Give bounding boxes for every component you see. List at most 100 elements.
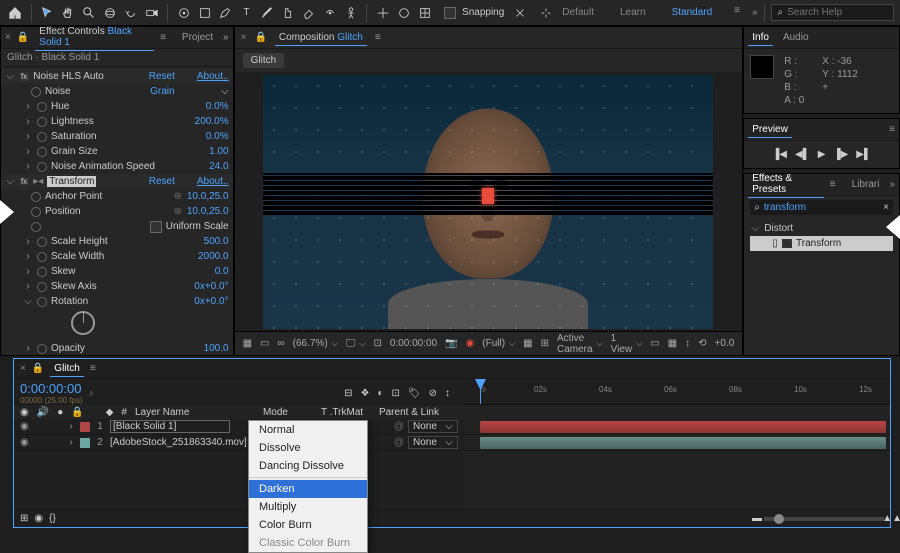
alpha-icon[interactable]: ▦ (243, 338, 252, 349)
roi-icon[interactable]: ⊡ (373, 338, 381, 349)
composition-tab[interactable]: Composition Glitch (275, 30, 367, 46)
next-frame-icon[interactable]: ▐▶ (833, 149, 848, 160)
layer-name[interactable]: [AdobeStock_251863340.mov] (110, 437, 260, 448)
twirl-icon[interactable]: › (23, 251, 33, 262)
panel-menu-icon[interactable]: ≡ (889, 124, 895, 135)
play-icon[interactable]: ▶ (818, 149, 826, 160)
stopwatch-icon[interactable] (37, 252, 47, 262)
clear-icon[interactable]: × (883, 202, 889, 213)
time-ruler[interactable]: ⟐ 02s 04s 06s 08s 10s 12s (464, 379, 890, 405)
effects-search-field[interactable]: ⌕ × (750, 200, 893, 215)
crosshair-icon[interactable]: ⊕ (173, 206, 183, 217)
channels-icon[interactable]: ◉ (466, 338, 475, 349)
mode-classic-color-burn[interactable]: Classic Color Burn (249, 534, 367, 552)
camera-dropdown[interactable]: Active Camera (557, 333, 603, 355)
layer-label-color[interactable] (80, 422, 90, 432)
preview-tab[interactable]: Preview (748, 122, 792, 138)
toggle-modes-icon[interactable]: ◉ (34, 513, 43, 524)
stopwatch-icon[interactable] (37, 162, 47, 172)
twirl-icon[interactable]: › (23, 131, 33, 142)
stopwatch-icon[interactable] (37, 297, 47, 307)
stopwatch-icon[interactable] (31, 87, 41, 97)
resolution-icon[interactable]: 🖵 (346, 338, 366, 349)
layer-bar[interactable] (480, 421, 886, 433)
parent-dropdown[interactable]: None⌵ (408, 436, 458, 449)
zoom-tool-icon[interactable] (80, 3, 99, 23)
effects-presets-tab[interactable]: Effects & Presets (748, 171, 824, 198)
twirl-icon[interactable]: › (66, 421, 76, 432)
prop-grain-size-value[interactable]: 1.00 (209, 146, 228, 157)
col-eye-icon[interactable]: ◉ (20, 407, 29, 418)
project-tab[interactable]: Project (178, 30, 217, 45)
composition-badge[interactable]: Glitch (243, 53, 285, 68)
overflow-icon[interactable]: » (752, 7, 758, 18)
current-timecode[interactable]: 0:00:00:00 (20, 381, 83, 396)
twirl-icon[interactable]: › (23, 281, 33, 292)
prop-anim-speed-value[interactable]: 24.0 (209, 161, 228, 172)
v5-icon[interactable]: +0.0 (715, 338, 735, 349)
stopwatch-icon[interactable] (31, 207, 41, 217)
panel-menu-icon[interactable]: ≡ (375, 32, 381, 43)
tl-icon-5[interactable]: 🏷 (408, 388, 421, 399)
mode-dissolve[interactable]: Dissolve (249, 439, 367, 457)
lock-icon[interactable]: 🔒 (32, 363, 44, 374)
effect-transform[interactable]: Transform (47, 176, 96, 187)
about-link[interactable]: About.. (197, 71, 229, 82)
twirl-icon[interactable]: › (23, 161, 33, 172)
track-area[interactable] (464, 419, 890, 509)
tl-icon-1[interactable]: ⊟ (344, 388, 352, 399)
search-help-field[interactable]: ⌕ (771, 4, 895, 21)
audio-tab[interactable]: Audio (779, 30, 813, 45)
stopwatch-icon[interactable] (37, 132, 47, 142)
twirl-icon[interactable]: ⌵ (23, 296, 33, 307)
twirl-icon[interactable]: ⌵ (5, 176, 15, 187)
layer-row[interactable]: ◉ › 2 [AdobeStock_251863340.mov] @ None⌵ (14, 435, 464, 451)
snap-opt1-icon[interactable] (510, 3, 530, 23)
effect-controls-tab[interactable]: Effect Controls Black Solid 1 (35, 24, 154, 51)
prop-skew-axis-value[interactable]: 0x+0.0° (194, 281, 228, 292)
about-link[interactable]: About.. (197, 176, 229, 187)
visibility-icon[interactable]: ◉ (20, 421, 30, 432)
prop-skew-value[interactable]: 0.0 (215, 266, 229, 277)
local-axis-icon[interactable] (373, 3, 392, 23)
col-label-icon[interactable]: ◆ (106, 407, 114, 418)
snapping-checkbox[interactable] (444, 7, 456, 19)
mode-multiply[interactable]: Multiply (249, 498, 367, 516)
twirl-icon[interactable]: ⌵ (5, 71, 15, 82)
workspace-default[interactable]: Default (558, 5, 598, 20)
puppet-tool-icon[interactable] (341, 3, 360, 23)
uniform-scale-checkbox[interactable] (150, 221, 162, 233)
effects-group[interactable]: ⌵Distort (750, 221, 893, 236)
mode-normal[interactable]: Normal (249, 421, 367, 439)
mode-color-burn[interactable]: Color Burn (249, 516, 367, 534)
toggle-switches-icon[interactable]: ⊞ (20, 513, 28, 524)
zoom-thumb[interactable] (774, 514, 784, 524)
stopwatch-icon[interactable] (37, 344, 47, 354)
resolution-dropdown[interactable]: (Full) (482, 338, 515, 349)
prop-rotation-value[interactable]: 0x+0.0° (194, 296, 228, 307)
prop-saturation-value[interactable]: 0.0% (206, 131, 229, 142)
world-axis-icon[interactable] (394, 3, 413, 23)
panel-menu-icon[interactable]: ≡ (90, 363, 96, 374)
rotate-tool-icon[interactable] (121, 3, 140, 23)
twirl-icon[interactable]: › (23, 146, 33, 157)
effects-search-input[interactable] (764, 202, 879, 213)
layer-name[interactable]: [Black Solid 1] (110, 420, 230, 433)
prop-scale-width-value[interactable]: 2000.0 (198, 251, 229, 262)
orbit-tool-icon[interactable] (101, 3, 120, 23)
snapshot-icon[interactable]: 📷 (445, 338, 457, 349)
reset-link[interactable]: Reset (149, 176, 175, 187)
mode-darken[interactable]: Darken (249, 480, 367, 498)
roto-tool-icon[interactable] (321, 3, 340, 23)
prop-noise-value[interactable]: Grain (150, 86, 174, 97)
3d-icon[interactable]: ∞ (278, 338, 285, 349)
layer-bar[interactable] (480, 437, 886, 449)
eraser-tool-icon[interactable] (300, 3, 319, 23)
tabs-overflow-icon[interactable]: » (223, 32, 229, 43)
home-icon[interactable] (6, 3, 25, 23)
stopwatch-icon[interactable] (31, 192, 41, 202)
camera-tool-icon[interactable] (142, 3, 161, 23)
prop-hue-value[interactable]: 0.0% (206, 101, 229, 112)
current-time[interactable]: 0:00:00:00 (390, 338, 437, 349)
twirl-icon[interactable]: › (23, 236, 33, 247)
